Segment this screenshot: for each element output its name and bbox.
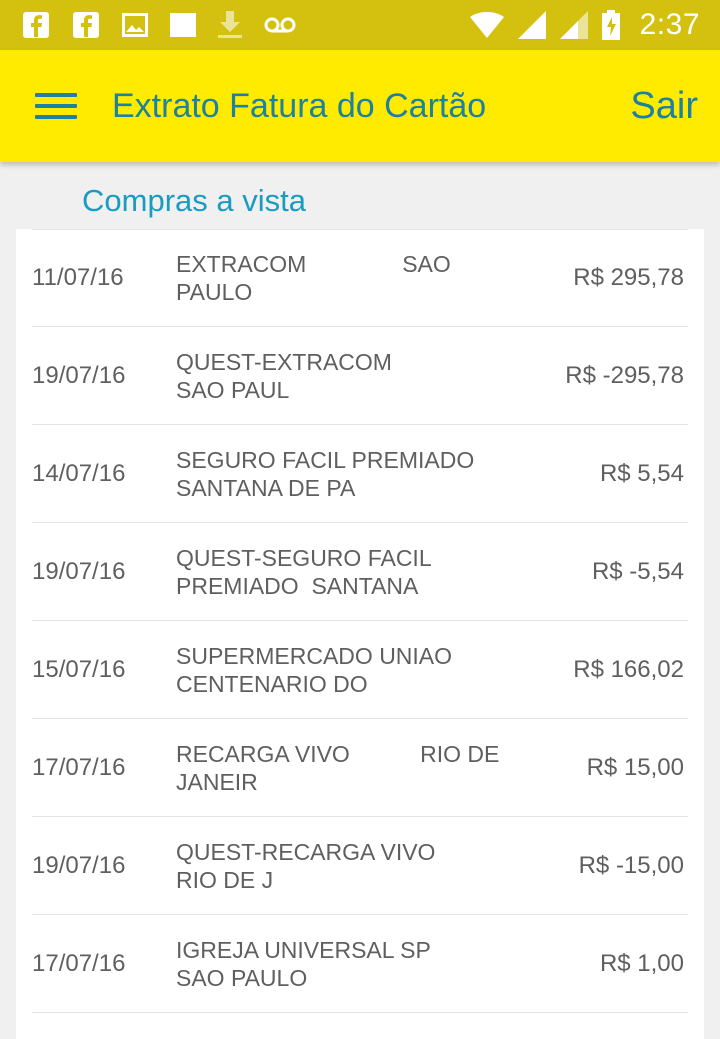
transaction-row[interactable]: 15/07/16 SUPERMERCADO UNIAO CENTENARIO D… xyxy=(32,621,688,719)
transaction-date: 11/07/16 xyxy=(32,264,124,291)
notification-icons xyxy=(22,11,296,39)
transaction-date: 17/07/16 xyxy=(32,949,126,977)
signal-icon xyxy=(517,11,546,39)
transaction-description: QUEST-EXTRACOM SAO PAUL xyxy=(176,348,392,403)
transaction-row[interactable]: 17/07/16 IGREJA UNIVERSAL SP SAO PAULO R… xyxy=(32,915,688,1013)
transaction-row[interactable]: 19/07/16 QUEST-RECARGA VIVO RIO DE J R$ … xyxy=(32,817,688,915)
battery-charging-icon xyxy=(601,10,620,40)
transaction-row[interactable]: 11/07/16 EXTRACOM SAO PAULO R$ 295,78 xyxy=(32,229,688,327)
transaction-amount: R$ -15,00 xyxy=(578,851,684,879)
square-icon xyxy=(170,13,196,37)
transaction-row[interactable]: 19/07/16 QUEST-EXTRACOM SAO PAUL R$ -295… xyxy=(32,327,688,425)
transaction-description: EXTRACOM SAO PAULO xyxy=(176,251,451,305)
transaction-description: SUPERMERCADO UNIAO CENTENARIO DO xyxy=(176,642,453,697)
voicemail-icon xyxy=(264,16,296,34)
transaction-date: 19/07/16 xyxy=(32,557,126,585)
transaction-description: RECARGA VIVO RIO DE JANEIR xyxy=(176,740,500,795)
status-bar: 2:37 xyxy=(0,0,720,50)
transaction-amount: R$ 15,00 xyxy=(586,753,684,781)
transaction-date: 17/07/16 xyxy=(32,753,126,781)
transaction-amount: R$ 5,54 xyxy=(599,459,684,487)
transaction-row[interactable]: 17/07/16 RECARGA VIVO RIO DE JANEIR R$ 1… xyxy=(32,719,688,817)
transactions-list: 11/07/16 EXTRACOM SAO PAULO R$ 295,78 19… xyxy=(16,229,704,1039)
section-title: Compras a vista xyxy=(82,183,306,218)
transaction-date: 19/07/16 xyxy=(32,361,126,389)
transaction-amount: R$ -295,78 xyxy=(565,361,684,389)
logout-button[interactable]: Sair xyxy=(630,85,698,128)
transaction-description: QUEST-SEGURO FACIL PREMIADO SANTANA xyxy=(176,544,432,599)
transaction-description: QUEST-RECARGA VIVO RIO DE J xyxy=(176,838,436,893)
transaction-date: 14/07/16 xyxy=(32,459,126,487)
clock: 2:37 xyxy=(639,8,700,41)
download-icon xyxy=(218,11,242,39)
transaction-amount: R$ 166,02 xyxy=(573,655,684,683)
transaction-amount: R$ 295,78 xyxy=(573,264,684,291)
transaction-amount: R$ -5,54 xyxy=(591,557,684,585)
transaction-description: SEGURO FACIL PREMIADO SANTANA DE PA xyxy=(176,446,475,501)
transaction-row[interactable]: 14/07/16 SEGURO FACIL PREMIADO SANTANA D… xyxy=(32,425,688,523)
transaction-description: IGREJA UNIVERSAL SP SAO PAULO xyxy=(176,936,431,991)
transaction-date: 19/07/16 xyxy=(32,851,126,879)
transaction-date: 15/07/16 xyxy=(32,655,126,683)
app-bar: Extrato Fatura do Cartão Sair xyxy=(0,50,720,162)
wifi-icon xyxy=(469,12,504,38)
transaction-row[interactable]: 19/07/16 QUEST-SEGURO FACIL PREMIADO SAN… xyxy=(32,523,688,621)
hamburger-menu-icon[interactable] xyxy=(35,93,77,119)
image-icon xyxy=(122,13,148,37)
page-title: Extrato Fatura do Cartão xyxy=(112,86,487,125)
system-icons: 2:37 xyxy=(469,8,700,42)
signal-icon xyxy=(559,11,588,39)
facebook-icon xyxy=(22,11,50,39)
facebook-icon xyxy=(72,11,100,39)
transaction-amount: R$ 1,00 xyxy=(599,949,684,977)
